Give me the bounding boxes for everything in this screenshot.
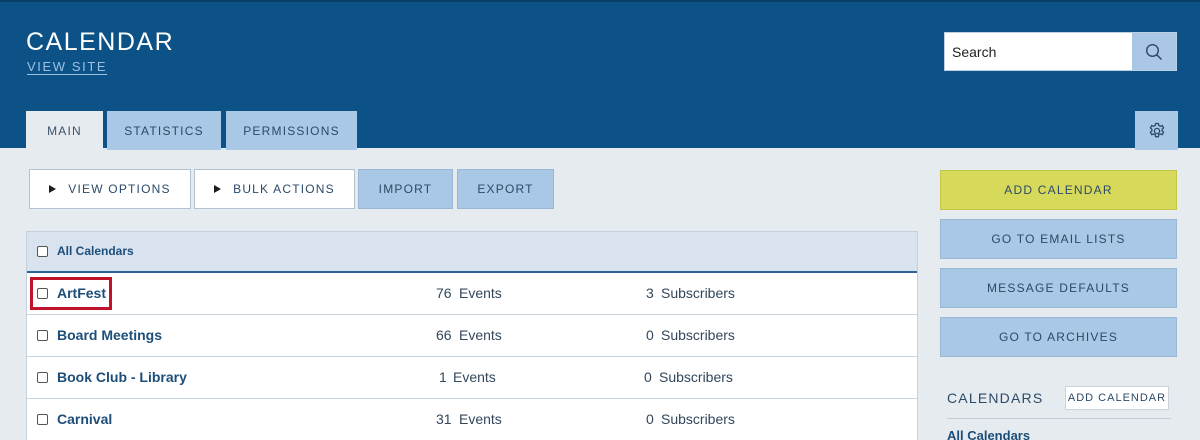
subscribers-count: 3 bbox=[646, 285, 654, 301]
view-options-label: VIEW OPTIONS bbox=[68, 182, 171, 196]
all-calendars-header: All Calendars bbox=[57, 244, 134, 258]
bulk-actions-label: BULK ACTIONS bbox=[233, 182, 335, 196]
table-header: All Calendars bbox=[27, 232, 917, 273]
highlight-box bbox=[30, 277, 112, 310]
bulk-actions-button[interactable]: BULK ACTIONS bbox=[194, 169, 355, 209]
export-button[interactable]: EXPORT bbox=[457, 169, 554, 209]
add-calendar-small-button[interactable]: ADD CALENDAR bbox=[1065, 386, 1169, 410]
events-label: Events bbox=[459, 411, 502, 427]
subscribers-label: Subscribers bbox=[659, 369, 733, 385]
events-count: 76 bbox=[436, 285, 452, 301]
divider bbox=[947, 418, 1171, 419]
view-site-link[interactable]: VIEW SITE bbox=[27, 59, 107, 74]
search-button[interactable] bbox=[1132, 33, 1176, 70]
triangle-right-icon bbox=[214, 185, 222, 193]
tab-statistics[interactable]: STATISTICS bbox=[107, 111, 221, 150]
events-label: Events bbox=[459, 327, 502, 343]
table-row: Board Meetings 66 Events 0 Subscribers bbox=[27, 315, 917, 357]
events-count: 31 bbox=[436, 411, 452, 427]
settings-button[interactable] bbox=[1135, 111, 1178, 150]
calendars-heading: CALENDARS bbox=[947, 390, 1044, 406]
add-calendar-button[interactable]: ADD CALENDAR bbox=[940, 170, 1177, 210]
search-input[interactable] bbox=[945, 33, 1133, 70]
table-row: Carnival 31 Events 0 Subscribers bbox=[27, 399, 917, 440]
table-row: ArtFest 76 Events 3 Subscribers bbox=[27, 273, 917, 315]
events-label: Events bbox=[459, 285, 502, 301]
subscribers-count: 0 bbox=[646, 327, 654, 343]
tab-main[interactable]: MAIN bbox=[26, 111, 103, 150]
search-box bbox=[944, 32, 1177, 71]
search-icon bbox=[1145, 43, 1163, 60]
calendar-name-link[interactable]: Board Meetings bbox=[57, 327, 162, 343]
subscribers-count: 0 bbox=[644, 369, 652, 385]
row-checkbox[interactable] bbox=[37, 372, 48, 383]
tab-permissions[interactable]: PERMISSIONS bbox=[226, 111, 357, 150]
subscribers-label: Subscribers bbox=[661, 327, 735, 343]
events-label: Events bbox=[453, 369, 496, 385]
page-title: CALENDAR bbox=[26, 28, 175, 56]
row-checkbox[interactable] bbox=[37, 330, 48, 341]
view-options-button[interactable]: VIEW OPTIONS bbox=[29, 169, 191, 209]
gear-icon bbox=[1149, 122, 1164, 137]
table-row: Book Club - Library 1 Events 0 Subscribe… bbox=[27, 357, 917, 399]
subscribers-count: 0 bbox=[646, 411, 654, 427]
events-count: 1 bbox=[439, 369, 447, 385]
row-checkbox[interactable] bbox=[37, 414, 48, 425]
calendar-name-link[interactable]: Book Club - Library bbox=[57, 369, 187, 385]
calendar-name-link[interactable]: Carnival bbox=[57, 411, 112, 427]
all-calendars-link[interactable]: All Calendars bbox=[947, 428, 1030, 440]
events-count: 66 bbox=[436, 327, 452, 343]
calendars-table: All Calendars ArtFest 76 Events 3 Subscr… bbox=[26, 231, 918, 440]
message-defaults-button[interactable]: MESSAGE DEFAULTS bbox=[940, 268, 1177, 308]
subscribers-label: Subscribers bbox=[661, 411, 735, 427]
triangle-right-icon bbox=[49, 185, 57, 193]
select-all-checkbox[interactable] bbox=[37, 246, 48, 257]
subscribers-label: Subscribers bbox=[661, 285, 735, 301]
import-button[interactable]: IMPORT bbox=[358, 169, 453, 209]
go-to-email-lists-button[interactable]: GO TO EMAIL LISTS bbox=[940, 219, 1177, 259]
app-header: CALENDAR VIEW SITE MAIN STATISTICS PERMI… bbox=[0, 0, 1200, 150]
go-to-archives-button[interactable]: GO TO ARCHIVES bbox=[940, 317, 1177, 357]
